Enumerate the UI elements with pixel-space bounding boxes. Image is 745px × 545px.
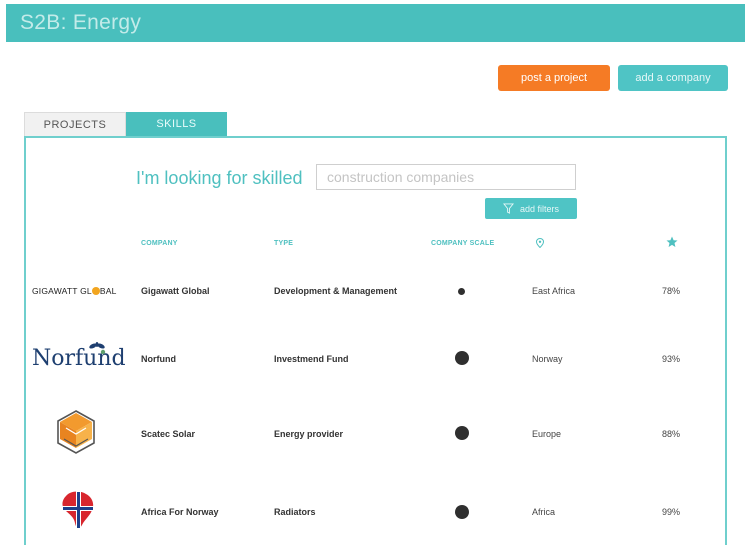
column-company-scale[interactable]: COMPANY SCALE [431, 240, 494, 247]
company-location: Europe [532, 429, 562, 439]
table-row[interactable]: GIGAWATT GL BAL Gigawatt Global Developme… [26, 271, 726, 311]
search-input[interactable] [316, 164, 576, 190]
company-location: East Africa [532, 286, 576, 296]
company-logo: Norfund [32, 346, 126, 371]
company-scale-dot [455, 351, 469, 365]
company-type: Investmend Fund [274, 354, 349, 364]
app-title: S2B: Energy [20, 11, 142, 34]
company-scale-dot [458, 288, 465, 295]
logo-dot-icon [91, 287, 100, 295]
table-row[interactable]: Scatec Solar Energy provider Europe 88% [26, 410, 726, 454]
company-scale-dot [455, 505, 469, 519]
norfund-flower-icon [88, 342, 106, 361]
table-row[interactable]: Africa For Norway Radiators Africa 99% [26, 491, 726, 532]
star-icon[interactable] [666, 236, 678, 250]
add-filters-label: add filters [519, 203, 560, 214]
company-name: Scatec Solar [141, 429, 196, 439]
africa-norway-map-logo-icon [58, 488, 98, 535]
company-rating: 78% [662, 286, 681, 296]
company-type: Radiators [274, 507, 316, 517]
company-location: Africa [532, 507, 556, 517]
location-pin-icon[interactable] [535, 237, 545, 250]
table-row[interactable]: Norfund Norfund Investmend Fund Norway 9… [26, 338, 726, 378]
company-type: Energy provider [274, 429, 344, 439]
company-logo: GIGAWATT GL BAL [32, 286, 117, 296]
company-rating: 88% [662, 429, 681, 439]
add-filters-button[interactable]: add filters [485, 198, 577, 219]
filter-icon [502, 203, 514, 214]
column-type[interactable]: TYPE [274, 240, 293, 247]
search-label: I'm looking for skilled [136, 168, 303, 188]
add-company-button[interactable]: add a company [618, 65, 728, 91]
company-rating: 93% [662, 354, 681, 364]
tab-projects[interactable]: PROJECTS [24, 112, 126, 136]
company-name: Africa For Norway [141, 507, 219, 517]
company-name: Gigawatt Global [141, 286, 210, 296]
company-name: Norfund [141, 354, 176, 364]
column-company[interactable]: COMPANY [141, 240, 178, 247]
company-type: Development & Management [274, 286, 398, 296]
hexagon-cube-logo-icon [52, 408, 100, 461]
company-scale-dot [455, 426, 469, 440]
post-project-button[interactable]: post a project [498, 65, 610, 91]
company-rating: 99% [662, 507, 681, 517]
company-location: Norway [532, 354, 563, 364]
tab-skills[interactable]: SKILLS [126, 112, 227, 136]
app-header: S2B: Energy [6, 4, 745, 42]
